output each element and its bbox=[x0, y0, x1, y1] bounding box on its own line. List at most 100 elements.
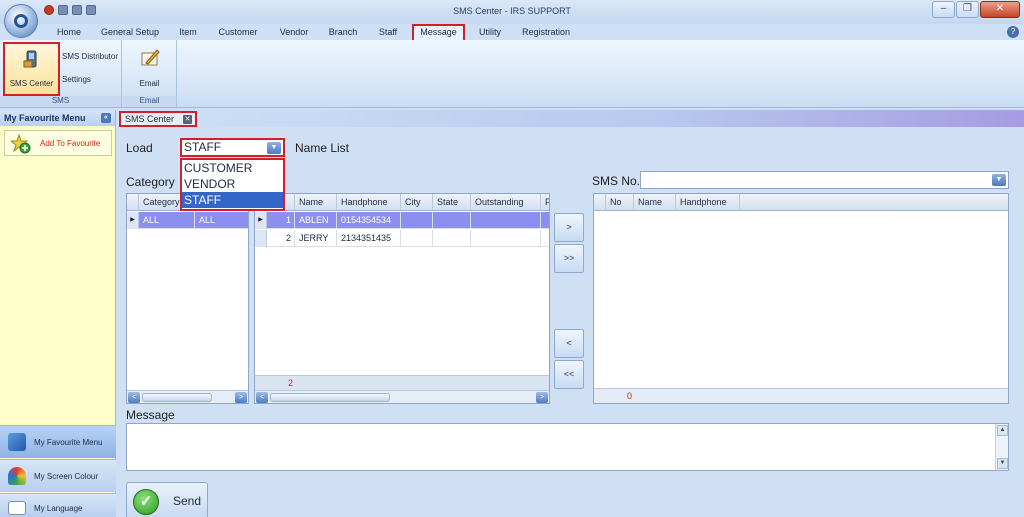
collapse-icon[interactable]: « bbox=[101, 113, 111, 123]
tab-utility[interactable]: Utility bbox=[472, 26, 508, 40]
chevron-down-icon[interactable]: ▼ bbox=[267, 142, 281, 154]
load-select[interactable]: STAFF ▼ bbox=[180, 138, 285, 157]
email-label: Email bbox=[139, 79, 160, 88]
add-to-favourite-button[interactable]: Add To Favourite bbox=[4, 130, 112, 156]
add-all-button[interactable]: >> bbox=[554, 244, 584, 273]
add-to-favourite-label: Add To Favourite bbox=[40, 139, 101, 148]
nav-label: My Screen Colour bbox=[34, 472, 99, 481]
table-cell bbox=[433, 230, 471, 247]
favourite-panel-title: My Favourite Menu bbox=[4, 113, 86, 123]
message-textarea[interactable]: ▲ ▼ bbox=[126, 423, 1009, 471]
close-tab-icon[interactable]: ✕ bbox=[183, 115, 192, 124]
table-cell: 2134351435 bbox=[337, 230, 401, 247]
sms-no-select[interactable]: ▼ bbox=[640, 171, 1009, 189]
category-grid: Category ▶ ALL ALL < > bbox=[126, 193, 249, 404]
tab-staff[interactable]: Staff bbox=[372, 26, 404, 40]
remove-all-button[interactable]: << bbox=[554, 360, 584, 389]
horizontal-scrollbar[interactable]: < > bbox=[127, 390, 248, 403]
minimize-button[interactable]: – bbox=[932, 1, 955, 18]
tab-customer[interactable]: Customer bbox=[214, 26, 262, 40]
table-cell bbox=[433, 212, 471, 229]
star-add-icon bbox=[11, 134, 31, 154]
tab-home[interactable]: Home bbox=[52, 26, 86, 40]
column-header[interactable]: Handphone bbox=[337, 194, 401, 211]
nav-my-screen-colour[interactable]: My Screen Colour bbox=[0, 459, 116, 492]
sms-recipient-footer: 0 bbox=[594, 388, 1008, 403]
row-pointer-icon: ▶ bbox=[255, 212, 267, 229]
add-selected-button[interactable]: > bbox=[554, 213, 584, 242]
close-button[interactable]: ✕ bbox=[980, 1, 1020, 18]
vertical-scrollbar[interactable]: ▲ ▼ bbox=[995, 424, 1008, 470]
restore-button[interactable]: ❐ bbox=[956, 1, 979, 18]
load-label: Load bbox=[126, 141, 153, 155]
tab-vendor[interactable]: Vendor bbox=[274, 26, 314, 40]
column-header[interactable]: Handphone bbox=[676, 194, 740, 211]
tab-registration[interactable]: Registration bbox=[518, 26, 574, 40]
sms-distributor-button[interactable]: SMS Distributor bbox=[62, 52, 118, 61]
scroll-left-icon[interactable]: < bbox=[256, 392, 268, 403]
load-select-value: STAFF bbox=[184, 140, 222, 154]
column-header[interactable]: State bbox=[433, 194, 471, 211]
favourite-panel-header: My Favourite Menu « bbox=[0, 110, 115, 126]
column-header[interactable]: Name bbox=[634, 194, 676, 211]
table-row[interactable]: 2 JERRY 2134351435 bbox=[255, 230, 549, 247]
sms-group: SMS Center SMS Distributor Settings SMS bbox=[0, 40, 122, 107]
column-header[interactable]: Outstanding bbox=[471, 194, 541, 211]
settings-button[interactable]: Settings bbox=[62, 75, 91, 84]
message-label: Message bbox=[126, 408, 175, 422]
title-bar: SMS Center - IRS SUPPORT – ❐ ✕ bbox=[0, 0, 1024, 24]
sms-center-icon bbox=[23, 50, 36, 68]
chevron-down-icon[interactable]: ▼ bbox=[992, 174, 1006, 186]
tab-message[interactable]: Message bbox=[412, 24, 465, 40]
help-icon[interactable]: ? bbox=[1007, 26, 1019, 38]
scroll-left-icon[interactable]: < bbox=[128, 392, 140, 403]
remove-selected-button[interactable]: < bbox=[554, 329, 584, 358]
scroll-down-icon[interactable]: ▼ bbox=[997, 458, 1008, 469]
recipient-count: 0 bbox=[626, 391, 632, 401]
table-row[interactable]: ▶ 1 ABLEN 0154354534 bbox=[255, 212, 549, 229]
name-list-grid-header: Name Handphone City State Outstanding P bbox=[255, 194, 549, 211]
send-button[interactable]: ✓ Send bbox=[126, 482, 208, 517]
email-button[interactable]: Email bbox=[123, 42, 176, 94]
tab-branch[interactable]: Branch bbox=[326, 26, 360, 40]
table-cell: ALL bbox=[195, 212, 248, 229]
sms-center-button[interactable]: SMS Center bbox=[3, 42, 60, 96]
table-cell bbox=[471, 212, 541, 229]
category-label: Category bbox=[126, 175, 175, 189]
column-header[interactable]: No bbox=[606, 194, 634, 211]
tab-sms-center[interactable]: SMS Center ✕ bbox=[119, 111, 197, 127]
scroll-right-icon[interactable]: > bbox=[235, 392, 247, 403]
nav-my-language[interactable]: My Language bbox=[0, 493, 116, 517]
load-option-vendor[interactable]: VENDOR bbox=[182, 176, 283, 192]
screen-colour-icon bbox=[8, 467, 26, 485]
scroll-thumb[interactable] bbox=[142, 393, 212, 402]
email-group-label: Email bbox=[123, 96, 176, 107]
tab-general-setup[interactable]: General Setup bbox=[98, 26, 162, 40]
email-icon bbox=[141, 49, 160, 66]
email-group: Email Email bbox=[123, 40, 177, 107]
tab-item[interactable]: Item bbox=[174, 26, 202, 40]
nav-label: My Favourite Menu bbox=[34, 438, 103, 447]
column-header[interactable]: P bbox=[541, 194, 549, 211]
table-cell: 2 bbox=[267, 230, 295, 247]
name-count: 2 bbox=[287, 378, 293, 388]
name-list-grid: Name Handphone City State Outstanding P … bbox=[254, 193, 550, 404]
row-pointer-icon: ▶ bbox=[127, 212, 139, 229]
application-menu-button[interactable] bbox=[4, 4, 38, 38]
load-option-customer[interactable]: CUSTOMER bbox=[182, 160, 283, 176]
app-logo-icon bbox=[14, 14, 28, 28]
table-row[interactable]: ▶ ALL ALL bbox=[127, 212, 248, 229]
table-cell bbox=[401, 212, 433, 229]
table-cell: ABLEN bbox=[295, 212, 337, 229]
column-header[interactable]: Name bbox=[295, 194, 337, 211]
scroll-thumb[interactable] bbox=[270, 393, 390, 402]
horizontal-scrollbar[interactable]: < > bbox=[255, 390, 549, 403]
load-option-staff[interactable]: STAFF bbox=[182, 192, 283, 208]
nav-my-favourite-menu[interactable]: My Favourite Menu bbox=[0, 425, 116, 458]
sms-recipient-grid-header: No Name Handphone bbox=[594, 194, 1008, 211]
column-header[interactable]: City bbox=[401, 194, 433, 211]
scroll-up-icon[interactable]: ▲ bbox=[997, 425, 1008, 436]
scroll-right-icon[interactable]: > bbox=[536, 392, 548, 403]
window-controls: – ❐ ✕ bbox=[932, 1, 1020, 18]
name-list-label: Name List bbox=[295, 141, 350, 155]
